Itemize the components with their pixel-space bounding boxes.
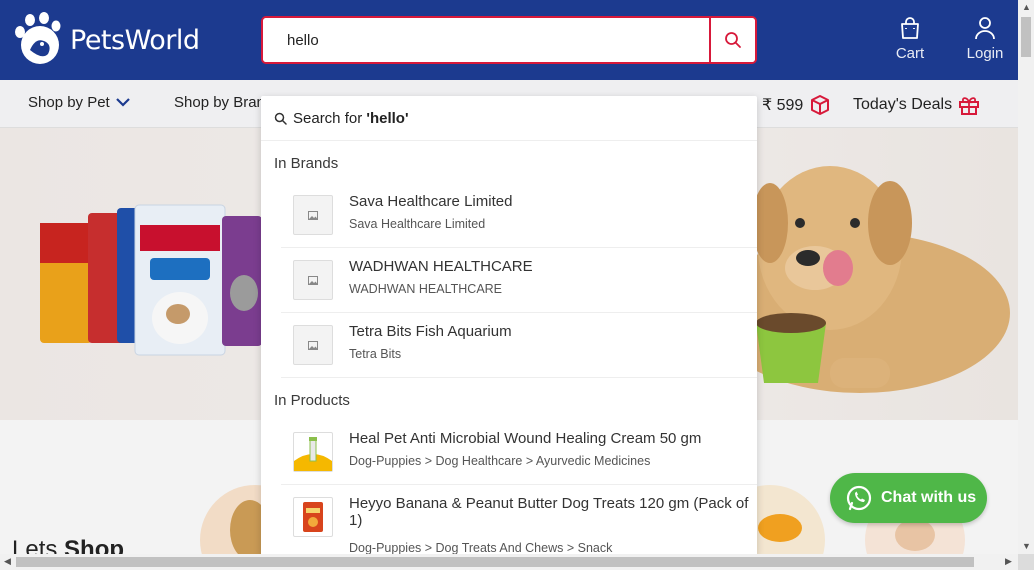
- scroll-up-arrow-icon[interactable]: ▲: [1022, 2, 1031, 12]
- section-heading-shop: Shop: [64, 536, 125, 554]
- horizontal-scrollbar[interactable]: ◀ ▶: [0, 554, 1018, 570]
- logo[interactable]: PetsWorld: [10, 12, 200, 68]
- search-for-row[interactable]: Search for 'hello': [261, 96, 757, 141]
- product-category: Dog-Puppies > Dog Treats And Chews > Sna…: [349, 541, 613, 555]
- search-suggestions-dropdown: Search for 'hello' In Brands Sava Health…: [261, 96, 757, 556]
- search-for-query: 'hello': [366, 109, 409, 127]
- horizontal-scroll-thumb[interactable]: [16, 557, 974, 567]
- search-input[interactable]: [263, 18, 709, 62]
- brand-title: WADHWAN HEALTHCARE: [349, 258, 533, 275]
- product-title: Heyyo Banana & Peanut Butter Dog Treats …: [349, 495, 749, 529]
- chevron-down-icon: [115, 98, 130, 107]
- image-placeholder-icon: [293, 260, 333, 300]
- search-icon: [725, 32, 741, 48]
- nav-shop-by-pet[interactable]: Shop by Pet: [28, 94, 130, 111]
- nav-shop-by-brand[interactable]: Shop by Bran: [174, 94, 265, 111]
- nav-offer-label: ₹ 599: [762, 97, 804, 114]
- brand-subtitle: WADHWAN HEALTHCARE: [349, 282, 503, 296]
- nav-shop-by-brand-label: Shop by Bran: [174, 94, 265, 111]
- scroll-left-arrow-icon[interactable]: ◀: [4, 556, 11, 567]
- nav-offer[interactable]: ₹ 599: [762, 94, 831, 116]
- header: PetsWorld Cart Login: [0, 0, 1018, 80]
- brand-suggestion[interactable]: Tetra Bits Fish Aquarium Tetra Bits: [281, 313, 757, 378]
- whatsapp-icon: [846, 485, 872, 511]
- gift-box-icon: [811, 95, 830, 115]
- whatsapp-label: Chat with us: [881, 489, 977, 506]
- nav-shop-by-pet-label: Shop by Pet: [28, 94, 110, 111]
- nav-todays-deals-label: Today's Deals: [853, 96, 953, 113]
- nav-todays-deals[interactable]: Today's Deals: [853, 94, 980, 116]
- login-button[interactable]: Login: [955, 16, 1015, 62]
- brand-title: Sava Healthcare Limited: [349, 193, 513, 210]
- product-thumbnail: [293, 432, 333, 472]
- search-box: [261, 16, 757, 64]
- cart-button[interactable]: Cart: [880, 16, 940, 62]
- logo-text: PetsWorld: [70, 24, 200, 56]
- brand-title: Tetra Bits Fish Aquarium: [349, 323, 512, 340]
- section-heading: Lets Shop: [12, 536, 124, 554]
- section-heading-lets: Lets: [12, 536, 65, 554]
- paw-logo-icon: [15, 12, 61, 64]
- search-icon: [274, 112, 287, 125]
- search-button[interactable]: [709, 18, 755, 62]
- login-label: Login: [966, 45, 1004, 62]
- vertical-scrollbar[interactable]: ▲ ▼: [1018, 0, 1034, 554]
- brands-heading: In Brands: [274, 155, 339, 172]
- product-suggestion[interactable]: Heyyo Banana & Peanut Butter Dog Treats …: [281, 485, 757, 556]
- vertical-scroll-thumb[interactable]: [1021, 17, 1031, 57]
- search-for-prefix: Search for: [293, 109, 367, 127]
- brand-suggestion[interactable]: Sava Healthcare Limited Sava Healthcare …: [281, 183, 757, 248]
- scroll-right-arrow-icon[interactable]: ▶: [1005, 556, 1012, 567]
- scroll-down-arrow-icon[interactable]: ▼: [1022, 541, 1031, 551]
- cart-bag-icon: [901, 17, 919, 39]
- scrollbar-corner: [1018, 554, 1034, 570]
- product-thumbnail: [293, 497, 333, 537]
- image-placeholder-icon: [293, 325, 333, 365]
- brand-subtitle: Sava Healthcare Limited: [349, 217, 486, 231]
- product-title: Heal Pet Anti Microbial Wound Healing Cr…: [349, 430, 702, 447]
- products-heading: In Products: [274, 392, 350, 409]
- product-suggestion[interactable]: Heal Pet Anti Microbial Wound Healing Cr…: [281, 420, 757, 485]
- user-icon: [975, 17, 995, 40]
- cart-label: Cart: [895, 45, 925, 62]
- brand-suggestion[interactable]: WADHWAN HEALTHCARE WADHWAN HEALTHCARE: [281, 248, 757, 313]
- image-placeholder-icon: [293, 195, 333, 235]
- whatsapp-chat-button[interactable]: Chat with us: [830, 473, 987, 523]
- brand-subtitle: Tetra Bits: [349, 347, 402, 361]
- gift-icon: [959, 97, 980, 115]
- product-category: Dog-Puppies > Dog Healthcare > Ayurvedic…: [349, 454, 651, 468]
